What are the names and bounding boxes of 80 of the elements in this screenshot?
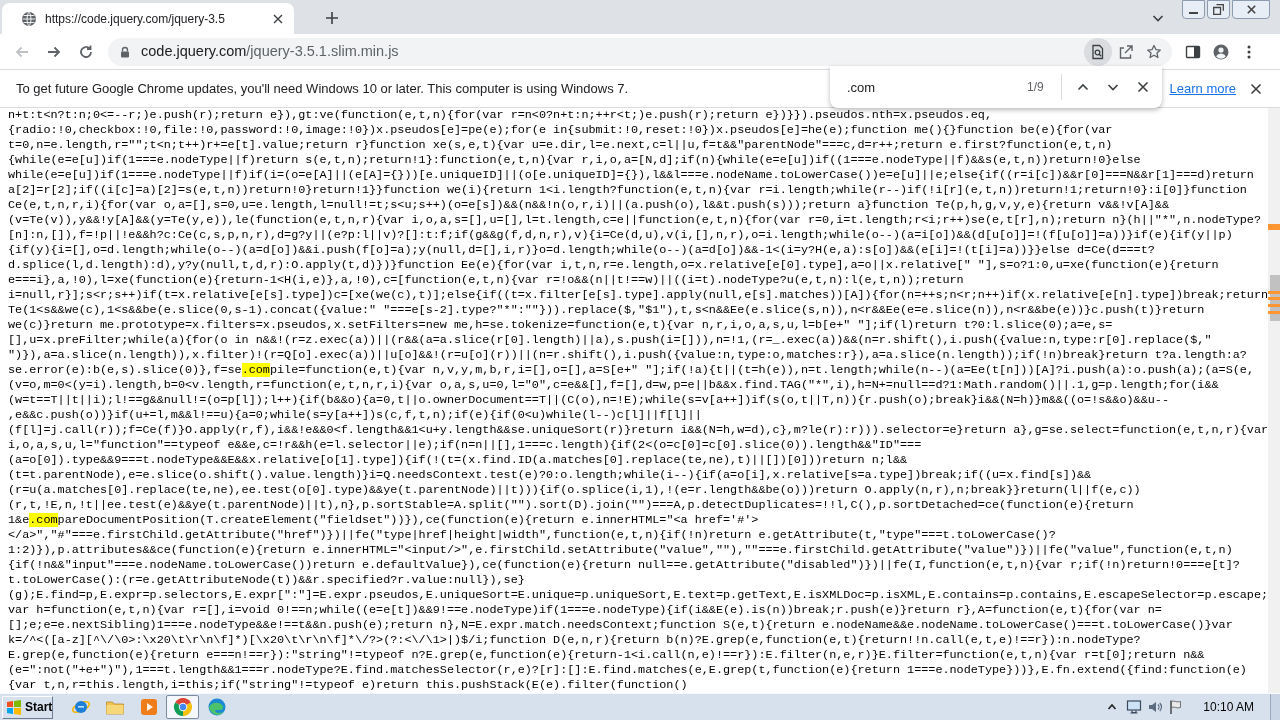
match-marker [1268,311,1280,314]
lock-icon [119,45,131,58]
code-line: k=/^<([a-z][^\/\0>:\x20\t\r\n\f]*)[\x20\t\r\n\f]*\/?>(?:<\/\1>|)$/i;function D(e,n,r){return b(n)?E.grep(e,function(e,t){return!!n.call(e,t,e)!==r}):n.nodeType? [8,633,1141,648]
taskbar-app-button[interactable] [166,695,199,719]
code-line: n+t:t<n?t:n;0<=--r;)e.push(r);return e}),gt:ve(function(e,t,n){for(var r=n<0?n+t:n;++r<t;)e.push(r);return e})}}).pseudos.nth=x.pseudos.eq, [8,108,993,123]
code-line: {if(y){i=[],o=d.length;while(o--)(a=d[o])&&i.push(f[o]=a);y(null,d=[],i,r)}o=d.length;while(o--)(a=d[o])&&-1<(i=y?H(e,a):s[o])&&(e[i]=!(t[i]=a))}}else d=Ce(d===t? [8,243,1155,258]
code-line: Te(1<s&&we(c),1<s&&be(e.slice(0,s-1).concat({value:" "===e[s-2].type?"*":""})).replace($,"$1"),t,s<n&&Ee(e.slice(s,n)),n<r&&Ee(e=e.slice(n)),n<r&&be(e))}c.push(t)}return [8,303,1205,318]
share-icon [1118,43,1134,60]
chevron-up-icon [1076,81,1089,93]
tricolor-wheel-icon [172,697,193,717]
code-line: [],u=x.preFilter;while(a){for(o in n&&!(r=z.exec(a))||(r&&(a=a.slice(r[0].length)||a),s.push(i=[])),n=!1,(r=_.exec(a))&&(n=r.shift(),i.push({value:n,type:r[0].replace($," [8,333,1212,348]
monitor-icon [1126,699,1143,715]
plus-icon [325,11,339,25]
star-icon [1146,43,1162,60]
match-marker [1268,291,1280,294]
minimize-button[interactable] [1182,0,1205,19]
start-button[interactable]: Start [2,695,53,719]
address-bar[interactable]: code.jquery.com/jquery-3.5.1.slim.min.js [108,37,1172,66]
code-line: ,e&&c.push(o))}if(u+=l,m&&l!==u){a=0;while(s=y[a++])s(c,f,t,n);if(e){if(0<u)while(l--)c[l]||f[l]|| [8,408,702,423]
close-icon [273,13,283,24]
code-line: while(e=e[u])if(1===e.nodeType||f)if(i=(o=e[A]||(e[A]={}))[e.uniqueID]||(o[e.uniqueID]={}),l&&l===e.nodeName.toLowerCase())e=e[u]||e;else{if((r=i[c])&&r[0]===N&&r[1]===d)return [8,168,1254,183]
code-line: [n]:n,[]),f=!p||!e&&h?c:Ce(c,s,p,n,r),d=g?y||(e?p:l||v)?[]:t:f;if(g&&g(f,d,n,r),v){i=Ce(d,u),v(i,[],n,r),o=i.length;while(o--)(a=i[o])&&(d[u[o]]=!(f[u[o]]=a))}if(e){if(y||p) [8,228,1233,243]
play-icon [138,697,159,717]
side-panel-icon [1185,43,1201,60]
code-line: t.toLowerCase():(r=e.getAttributeNode(t))&&r.specified?r.value:null}),se} [8,573,525,588]
restore-icon [1213,4,1224,15]
code-line: (r=u(a.matches[0].replace(te,ne),ee.test(o[0].type)&&ye(t.parentNode)||t))){if(o.splice(i,1),!(e=r.length&&be(o)))return O.apply(n,r),n;break}}return(l||f(e,c)) [8,483,1141,498]
code-line: Ce(e,t,n,r,i){for(var o,a=[],s=0,u=e.length,l=null!=t;s<u;s++)(o=e[s])&&(n&&!n(o,r,i)||(a.push(o),l&&t.push(s)));return a}function Te(p,h,g,v,y,e){return v&&!v[A]&& [8,198,1169,213]
code-line: we(c)}return me.prototype=x.filters=x.pseudos,x.setFilters=new me,h=se.tokenize=function(e,t){var n,r,i,o,a,s,u,l=b[e+" "];if(l)return t?0:l.slice(0);a=e,s= [8,318,1113,333]
code-line: (v=Te(v)),y&&!y[A]&&(y=Te(y,e)),le(function(e,t,n,r){var i,o,a,s=[],u=[],l=t.length,c=e||function(e,t,n){for(var r=0,i=t.length;r<i;r++)se(e,t[r],n);return n}(h||"*",n.nodeType? [8,213,1262,228]
wave-logo-icon [206,697,227,717]
match-marker [1268,304,1280,307]
learn-more-link[interactable]: Learn more [1169,78,1236,99]
code-line: 1&e.compareDocumentPosition(T.createElement("fieldset"))}),ce(function(e){return e.innerHTML="<a href='#'> [8,513,759,528]
code-line: {if(!n&&"input"===e.nodeName.toLowerCase())return e.defaultValue}),ce(function(e){return null==e.getAttribute("disabled")})||fe(I,function(e,t,n){var r;if(!n)return!0===e[t]? [8,558,1240,573]
code-line: a[2]=r[2];if((i[c]=a)[2]=s(e,t,n))return!0}return!1}}function we(i){return 1<i.length?function(e,t,n){var r=i.length;while(r--)if(!i[r](e,t,n))return!1;return!0}:i[0]}function [8,183,1247,198]
code-line: {while(e=e[u])if(1===e.nodeType||f)return s(e,t,n);return!1}:function(e,t,n){var r,i,o,a=[N,d];if(n){while(e=e[u])if((1===e.nodeType||f)&&s(e,t,n))return!0}else [8,153,1141,168]
reload-icon [78,43,94,60]
close-icon [1246,5,1256,14]
code-line: (f[l]=j.call(r));f=Ce(f)}O.apply(r,f),i&&!e&&0<f.length&&1<u+y.length&&se.uniqueSort(r)}return i&&(N=h,w=d),c},m?le(r):r))).selector=e}return a},g=se.select=function(e,t,n,r){var [8,423,1269,438]
code-line: </a>","#"===e.firstChild.getAttribute("href")})||fe("type|href|height|width",function(e,t,n){if(!n)return e.getAttribute(t,"type"===t.toLowerCase()? [8,528,1056,543]
code-line: {var t,n,r=this.length,i=this;if("string"!=typeof e)return this.pushStack(E(e).filter(function() [8,678,688,693]
caret-up-icon [1107,702,1118,712]
match-count: 1/9 [1027,79,1044,96]
code-line: (t=t.parentNode),e=e.slice(o.shift().value.length)}i=Q.needsContext.test(e)?0:o.length;while(i--){if(a=o[i],x.relative[s=a.type])break;if((u=x.find[s])&& [8,468,1092,483]
code-line: (e=":not("+e+")"),1===t.length&&1===r.nodeType?E.find.matchesSelector(r,e)?[r]:[]:E.find.matches(e,E.grep(t,function(e){return 1===e.nodeType}))},E.fn.extend({find:function(e) [8,663,1247,678]
code-line: {radio:!0,checkbox:!0,file:!0,password:!0,image:!0})x.pseudos[e]=pe(e);for(e in{submit:!0,reset:!0})x.pseudos[e]=he(e);function me(){}function be(e){for(var [8,123,1113,138]
find-field[interactable]: .com [840,74,1020,100]
code-line: 1:2)}),p.attributes&&ce(function(e){return e.innerHTML="<input/>",e.firstChild.setAttribute("value",""),""===e.firstChild.getAttribute("value")})||fe("value",function(e,t,n) [8,543,1233,558]
code-line: ")}),a=a.slice(n.length)),x.filter)!(r=Q[o].exec(a))||u[o]&&!(r=u[o](r))||(n=r.shift(),i.push({value:n,type:o,matches:r}),a=a.slice(n.length));if(!n)break}return t?a.length:a? [8,348,1247,363]
code-line: E.grep(e,function(e){return e===n!==r}):"string"!=typeof n?E.grep(e,function(e){return-1<i.call(n,e)!==r}):E.filter(n,e,r)}E.filter=function(e,t,n){var r=t[0];return n&& [8,648,1205,663]
globe-icon [21,10,37,27]
restore-button[interactable] [1207,0,1230,19]
code-line: var h=function(e,t,n){var r=[],i=void 0!==n;while((e=e[t])&&9!==e.nodeType)if(1===e.nodeType){if(i&&E(e).is(n))break;r.push(e)}return r},A=function(e,t){for(var n= [8,603,1162,618]
code-line: d.splice(l,d.length):d),y?y(null,t,d,r):O.apply(t,d)})}function Ee(e){for(var i,t,n,r=e.length,o=x.relative[e[0].type],a=o||x.relative[" "],s=o?1:0,u=xe(function(e){return [8,258,1219,273]
code-line: [];e;e=e.nextSibling)1===e.nodeType&&e!==t&&n.push(e);return n},N=E.expr.match.needsContext;function S(e,t){return e.nodeName&&e.nodeName.toLowerCase()===t.toLowerCase()}var [8,618,1233,633]
close-icon [1136,81,1149,93]
match-marker [1268,297,1280,300]
close-icon [1250,82,1262,95]
avatar-icon [1213,43,1229,60]
minimize-icon [1189,12,1198,14]
code-line: i,o,a,s,u,l="function"==typeof e&&e,c=!r&&h(e=l.selector||e);if(n=n||[],1===c.length){if(2<(o=c[0]=c[0].slice(0)).length&&"ID"=== [8,438,922,453]
find-in-page-button[interactable] [1084,37,1112,66]
code-line: (g);E.find=p,E.expr=p.selectors,E.expr[":"]=E.expr.pseudos,E.uniqueSort=E.unique=p.uniqueSort,E.text=p.getText,E.isXMLDoc=p.isXML,E.contains=p.contains,E.escapeSelector=p.escape; [8,588,1269,603]
code-line: (r,t,!E,n,!t||ee.test(e)&&ye(t.parentNode)||t),n},p.sortStable=A.split("").sort(D).join("")===A,p.detectDuplicates=!!l,C(),p.sortDetached=ce(function(e){return [8,498,1134,513]
code-line: e===i},a,!0),l=xe(function(e){return-1<H(i,e)},a,!0),c=[function(e,t,n){var r=!o&&(n||t!==w)||((i=t).nodeType?u(e,t,n):l(e,t,n));return [8,273,964,288]
code-line: t=0,n=e.length,r="";t<n;t++)r+=e[t].value;return r}function xe(s,e,t){var u=e.dir,l=e.next,c=l||u,f=t&&"parentNode"===c,d=r++;return e.first?function(e,t,n) [8,138,1113,153]
code-line: (w=t==T||t||i);l!==g&&null!=(o=p[l]);l++){if(b&&o){a=0,t||o.ownerDocument==T||(C(o),n=!E);while(s=v[a++])if(s(o,t||T,n)){r.push(o);break}i&&(N=h)}m&&((o=!s&&o)&&u-- [8,393,1169,408]
close-window-button[interactable] [1232,0,1270,19]
taskbar-clock: 10:10 AM [1203,699,1254,716]
code-line: (v=o,m=0<(y=i).length,b=0<v.length,r=function(e,t,n,r,i){var o,a,s,u=0,l="0",c=e&&[],f=[],d=w,p=e||b&&x.find.TAG("*",i),h=N+=null==d?1:Math.random()||.1,g=p.length;for(i&& [8,378,1219,393]
browser-tab[interactable]: https://code.jquery.com/jquery-3.5 [2,3,294,34]
find-in-page-icon [1090,43,1106,60]
info-message: To get future Google Chrome updates, you'll need Windows 10 or later. This computer is using Windows 7. [16,79,629,98]
url-text: code.jquery.com/jquery-3.5.1.slim.min.js [141,41,399,61]
four-pane-flag-icon [6,699,22,715]
scrollbar[interactable] [1268,108,1280,693]
speaker-icon [1147,699,1164,715]
code-line: (a=o[0]).type&&9===t.nodeType&&E&&x.relative[o[1].type]){if(!(t=(x.find.ID(a.matches[0].replace(te,ne),t)||[])[0]))return n;l&& [8,453,908,468]
code-line: i=null,r}];s<r;s++)if(t=x.relative[e[s].type])c=[xe(we(c),t)];else{if((t=x.filter[e[s].type].apply(null,e[s].matches))[A]){for(n=++s;n<r;n++)if(x.relative[e[n].type])break;return [8,288,1269,303]
